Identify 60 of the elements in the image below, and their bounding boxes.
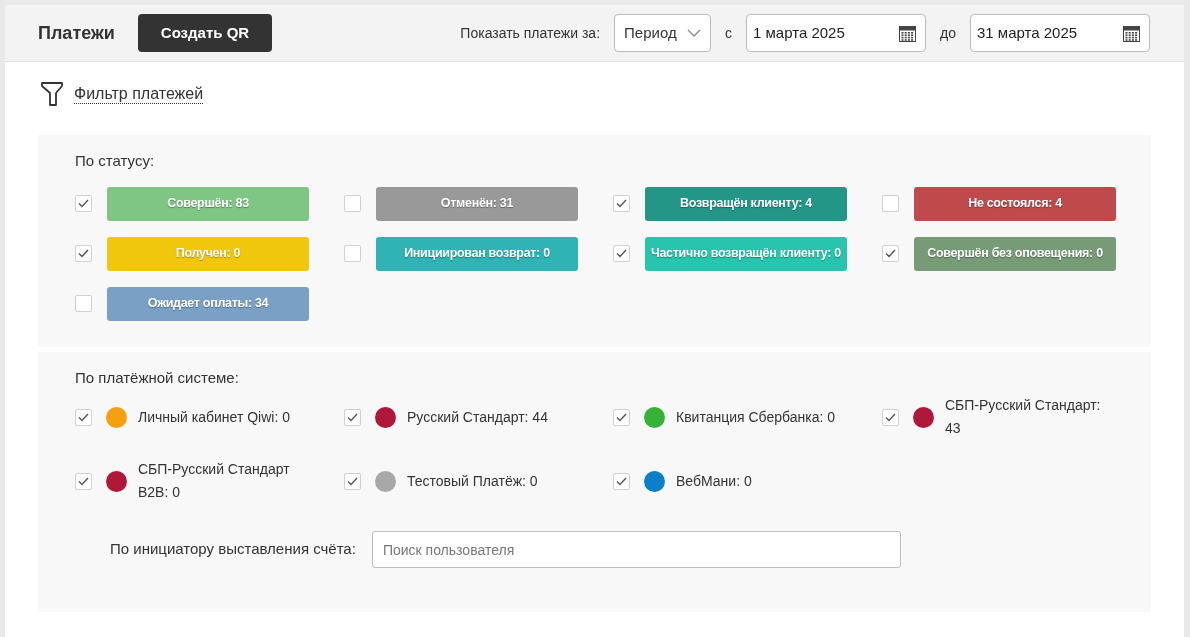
checkbox[interactable] [344,472,361,490]
checkbox[interactable] [75,295,92,312]
status-badge[interactable]: Отменён: 31 [376,186,578,221]
payment-system-label: Личный кабинет Qiwi: 0 [138,407,291,427]
status-badge[interactable]: Частично возвращён клиенту: 0 [645,236,847,271]
check-icon [78,476,89,486]
checkbox[interactable] [613,472,630,490]
check-icon [616,412,627,422]
checkbox[interactable] [613,408,630,426]
period-label: Показать платежи за: [460,23,601,43]
filter-icon[interactable] [40,81,64,107]
check-icon [347,412,358,422]
payment-system-label: ВебМани: 0 [676,471,753,491]
check-icon [616,199,627,208]
initiator-label: По инициатору выставления счёта: [110,539,356,560]
date-field[interactable]: 31 марта 2025 [970,14,1150,52]
checkbox[interactable] [75,408,92,426]
checkbox[interactable] [613,195,630,212]
checkbox[interactable] [344,408,361,426]
check-icon [885,249,896,258]
checkbox[interactable] [882,245,899,262]
user-search-field[interactable]: Поиск пользователя [371,531,901,568]
checkbox[interactable] [882,195,899,212]
section-title: По статусу: [75,151,156,171]
payment-system-label: Русский Стандарт: 44 [407,407,549,427]
payment-filter-link[interactable]: Фильтр платежей [74,84,204,104]
date-field[interactable]: 1 марта 2025 [746,14,927,52]
payment-system-label: Квитанция Сбербанка: 0 [676,407,837,427]
checkbox[interactable] [344,195,361,212]
payment-system-label: Тестовый Платёж: 0 [407,471,539,491]
status-badge[interactable]: Ожидает оплаты: 34 [107,286,309,321]
create-qr-button[interactable]: Создать QR [137,14,273,52]
checkbox[interactable] [613,245,630,262]
from-label: с [725,23,733,43]
check-icon [78,199,89,208]
status-badge[interactable]: Возвращён клиенту: 4 [645,186,847,221]
status-badge[interactable]: Инициирован возврат: 0 [376,236,578,271]
chevron-down-icon [687,29,702,37]
check-icon [885,412,896,422]
calendar-icon[interactable] [899,24,917,42]
check-icon [78,412,89,422]
status-badge[interactable]: Совершён без оповещения: 0 [914,236,1116,271]
checkbox[interactable] [75,245,92,262]
status-badge[interactable]: Совершён: 83 [107,186,309,221]
check-icon [347,476,358,486]
period-select[interactable]: Период [614,14,712,52]
to-label: до [940,23,956,43]
checkbox[interactable] [75,195,92,212]
payment-system-label: СБП-Русский Стандарт B2B: 0 [138,460,291,502]
check-icon [616,249,627,258]
section-title: По платёжной системе: [75,367,240,388]
checkbox[interactable] [344,245,361,262]
page-title: Платежи [38,21,115,45]
calendar-icon[interactable] [1123,24,1140,42]
check-icon [78,249,89,258]
payment-system-label: СБП-Русский Стандарт: 43 [945,396,1102,438]
checkbox[interactable] [75,472,92,490]
status-badge[interactable]: Не состоялся: 4 [914,186,1116,221]
checkbox[interactable] [882,408,899,426]
check-icon [616,476,627,486]
